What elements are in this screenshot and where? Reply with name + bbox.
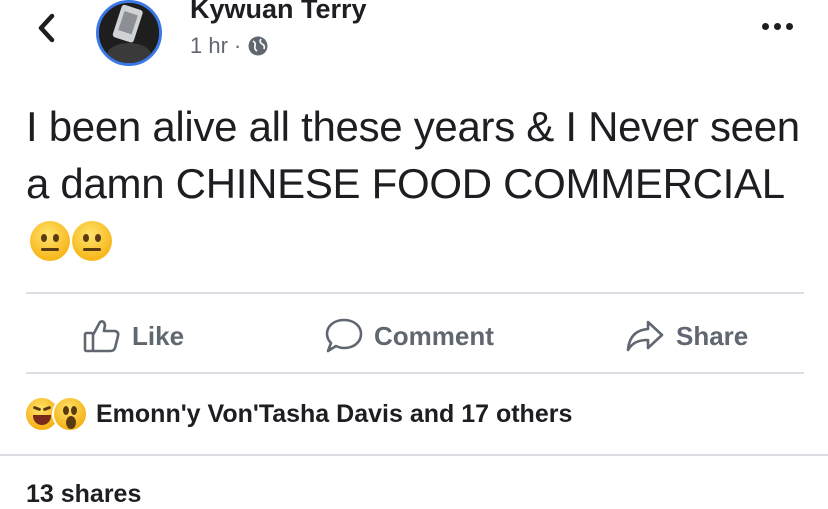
wow-reaction-icon xyxy=(52,396,88,432)
post-body: I been alive all these years & I Never s… xyxy=(26,103,800,207)
avatar[interactable] xyxy=(96,0,162,66)
comment-button[interactable]: Comment xyxy=(324,316,494,356)
like-label: Like xyxy=(132,320,185,351)
neutral-face-emoji xyxy=(72,221,112,261)
post-text: I been alive all these years & I Never s… xyxy=(26,98,806,269)
reactions-summary[interactable]: Emonn'y Von'Tasha Davis and 17 others xyxy=(24,396,572,432)
more-dots-icon xyxy=(761,22,769,30)
avatar-image xyxy=(99,3,159,63)
post-meta: 1 hr · xyxy=(190,33,269,59)
share-arrow-icon xyxy=(626,320,664,352)
neutral-face-emoji xyxy=(30,221,70,261)
author-name[interactable]: Kywuan Terry xyxy=(190,0,367,25)
back-button[interactable] xyxy=(32,8,62,48)
chevron-left-icon xyxy=(38,13,55,43)
divider-bottom xyxy=(26,372,804,374)
share-label: Share xyxy=(676,320,749,351)
share-button[interactable]: Share xyxy=(624,316,748,356)
comment-icon xyxy=(325,318,363,353)
meta-separator: · xyxy=(233,33,242,58)
comment-label: Comment xyxy=(374,320,494,351)
more-options-button[interactable] xyxy=(754,16,800,36)
globe-icon xyxy=(248,36,268,56)
reactions-text[interactable]: Emonn'y Von'Tasha Davis and 17 others xyxy=(96,400,572,429)
shares-count[interactable]: 13 shares xyxy=(26,480,141,509)
divider-reactions xyxy=(0,454,828,456)
thumbs-up-icon xyxy=(83,320,120,353)
like-button[interactable]: Like xyxy=(82,316,184,356)
divider-top xyxy=(26,292,804,294)
timestamp[interactable]: 1 hr xyxy=(190,33,228,59)
